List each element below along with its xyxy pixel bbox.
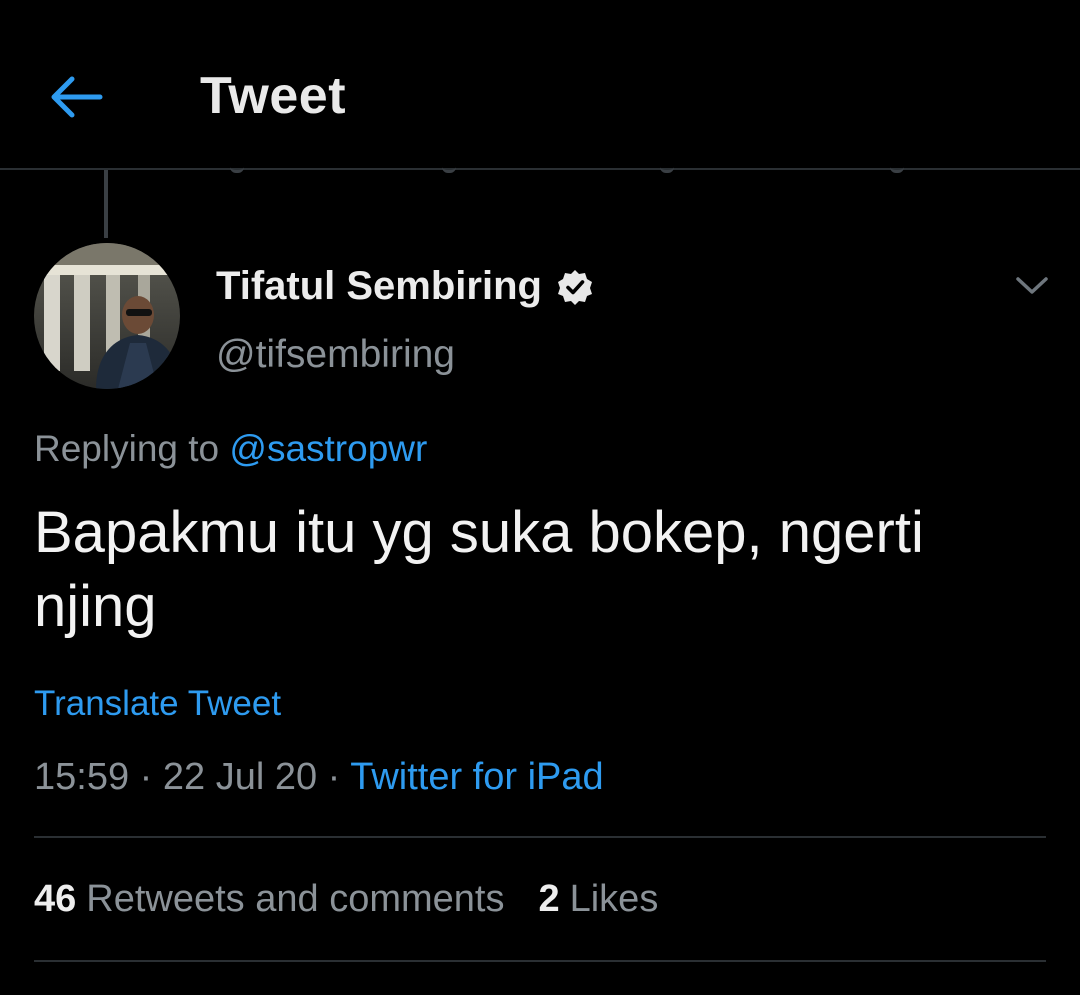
thread-connector-line: [104, 170, 108, 238]
meta-separator: ·: [327, 756, 341, 798]
replying-to-handle-link[interactable]: @sastropwr: [229, 428, 427, 469]
likes-count: 2: [538, 878, 560, 920]
verified-badge-icon: [556, 268, 594, 306]
retweets-label: Retweets and comments: [86, 878, 505, 920]
author-display-name: Tifatul Sembiring: [216, 264, 542, 308]
divider: [34, 960, 1046, 962]
replying-to-prefix: Replying to: [34, 428, 220, 469]
likes-label: Likes: [569, 878, 659, 920]
chevron-down-icon: [1016, 277, 1048, 294]
tweet-metadata: 15:59 · 22 Jul 20 · Twitter for iPad: [34, 756, 604, 799]
arrow-left-icon: [51, 76, 103, 118]
likes-stat[interactable]: 2 Likes: [538, 878, 658, 921]
previous-tweet-actions-fragment: [230, 162, 930, 176]
retweets-stat[interactable]: 46 Retweets and comments: [34, 878, 504, 921]
avatar-photo: [34, 243, 180, 389]
tweet-stats: 46 Retweets and comments 2 Likes: [34, 878, 658, 921]
meta-separator: ·: [139, 756, 153, 798]
replying-to-line: Replying to @sastropwr: [34, 428, 427, 470]
tweet-date: 22 Jul 20: [162, 756, 318, 798]
avatar[interactable]: [34, 243, 180, 389]
top-app-bar: Tweet: [0, 0, 1080, 170]
translate-tweet-link[interactable]: Translate Tweet: [34, 684, 281, 724]
tweet-time: 15:59: [34, 756, 130, 798]
divider: [34, 836, 1046, 838]
back-button[interactable]: [40, 62, 116, 132]
retweets-count: 46: [34, 878, 77, 920]
tweet-body-text: Bapakmu itu yg suka bokep, ngerti njing: [34, 500, 924, 639]
author-handle[interactable]: @tifsembiring: [216, 333, 455, 377]
author-name-row[interactable]: Tifatul Sembiring: [216, 264, 594, 309]
tweet-source-link[interactable]: Twitter for iPad: [350, 756, 603, 798]
tweet-options-button[interactable]: [1010, 266, 1054, 306]
page-title: Tweet: [200, 67, 347, 125]
